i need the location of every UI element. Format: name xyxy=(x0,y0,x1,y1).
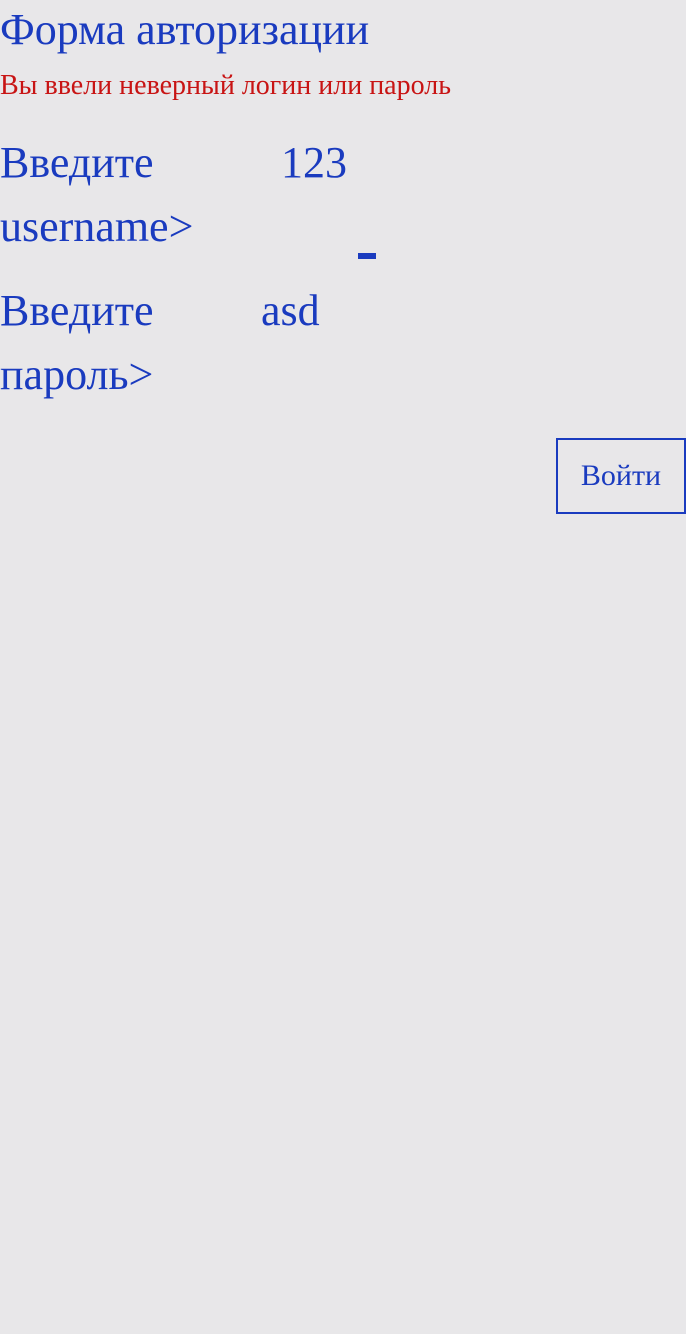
password-label-line2: пароль> xyxy=(0,350,154,399)
login-button[interactable]: Войти xyxy=(556,438,686,514)
password-input[interactable]: asd xyxy=(261,279,320,343)
username-label-line1: Введите xyxy=(0,138,154,187)
text-cursor xyxy=(358,253,376,259)
password-label: Введите пароль> xyxy=(0,279,250,407)
password-label-line1: Введите xyxy=(0,286,154,335)
username-label-line2: username> xyxy=(0,202,194,251)
error-message: Вы ввели неверный логин или пароль xyxy=(0,70,451,101)
form-title: Форма авторизации xyxy=(0,5,370,54)
username-label: Введите username> xyxy=(0,131,250,259)
username-input[interactable]: 123 xyxy=(281,131,347,195)
